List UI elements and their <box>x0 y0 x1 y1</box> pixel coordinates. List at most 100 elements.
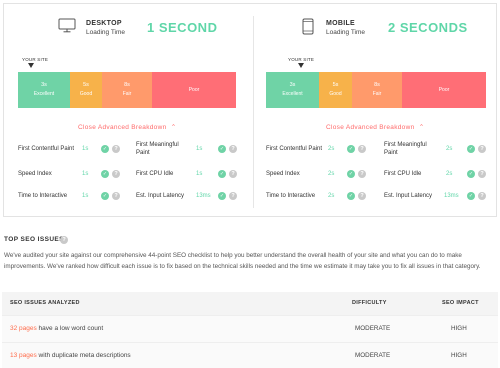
issue-pages-link[interactable]: 13 pages <box>10 352 37 359</box>
device-name: DESKTOP <box>86 20 122 27</box>
check-icon: ✓ <box>218 170 226 178</box>
help-icon[interactable]: ? <box>358 192 366 200</box>
scale-label: Poor <box>438 86 450 93</box>
impact-cell: HIGH <box>451 352 467 359</box>
check-icon: ✓ <box>347 170 355 178</box>
metric-value: 1s <box>82 171 89 177</box>
scale-good: 5s Good <box>319 72 352 108</box>
help-icon[interactable]: ? <box>229 192 237 200</box>
help-icon[interactable]: ? <box>478 145 486 153</box>
help-icon[interactable]: ? <box>478 192 486 200</box>
desktop-panel: DESKTOP Loading Time 1 SECOND YOUR SITE … <box>4 4 250 218</box>
check-icon: ✓ <box>101 192 109 200</box>
check-icon: ✓ <box>467 145 475 153</box>
column-header-impact: SEO IMPACT <box>442 300 479 306</box>
metric-value: 13ms <box>196 193 211 199</box>
your-site-label: YOUR SITE <box>288 57 315 62</box>
scale-poor: Poor <box>152 72 236 108</box>
mobile-icon <box>302 18 314 35</box>
scale-label: Fair <box>372 91 382 97</box>
check-icon: ✓ <box>467 170 475 178</box>
help-icon[interactable]: ? <box>112 170 120 178</box>
desktop-icon <box>58 18 76 33</box>
your-site-label: YOUR SITE <box>22 57 49 62</box>
table-row: 13 pages with duplicate meta description… <box>2 342 498 368</box>
help-icon[interactable]: ? <box>478 170 486 178</box>
device-subtitle: Loading Time <box>86 29 126 36</box>
scale-time: 8s <box>124 82 130 88</box>
scale-label: Good <box>79 91 93 97</box>
metric-value: 2s <box>328 171 335 177</box>
metric-value: 1s <box>196 171 203 177</box>
metric-value: 2s <box>328 193 335 199</box>
check-icon: ✓ <box>467 192 475 200</box>
help-icon[interactable]: ? <box>112 145 120 153</box>
metric-label: Est. Input Latency <box>384 193 433 199</box>
scale-time: 5s <box>332 82 339 88</box>
check-icon: ✓ <box>347 192 355 200</box>
metric-value: 1s <box>82 146 89 152</box>
help-icon[interactable]: ? <box>229 170 237 178</box>
difficulty-cell: MODERATE <box>355 325 391 332</box>
help-icon[interactable]: ? <box>60 236 68 244</box>
your-site-marker <box>28 63 34 68</box>
seo-issues-table: SEO ISSUES ANALYZED DIFFICULTY SEO IMPAC… <box>2 292 498 368</box>
metric-label: Speed Index <box>18 171 52 177</box>
mobile-panel: MOBILE Loading Time 2 SECONDS YOUR SITE … <box>252 4 498 218</box>
check-icon: ✓ <box>218 192 226 200</box>
scale-time: 8s <box>374 82 380 88</box>
scale-poor: Poor <box>402 72 486 108</box>
chevron-up-icon: ⌃ <box>168 124 177 131</box>
breakdown-label: Close Advanced Breakdown <box>326 124 415 131</box>
help-icon[interactable]: ? <box>358 145 366 153</box>
scale-fair: 8s Fair <box>102 72 152 108</box>
metric-value: 13ms <box>444 193 459 199</box>
metric-label: First CPU Idle <box>136 171 174 177</box>
seo-description: We've audited your site against our comp… <box>4 252 481 270</box>
difficulty-cell: MODERATE <box>355 352 391 359</box>
your-site-marker <box>298 63 304 68</box>
metric-label: First Contentful Paint <box>266 146 323 152</box>
metric-value: 2s <box>446 146 453 152</box>
metric-label: First Meaningful Paint <box>384 142 427 156</box>
scale-label: Excellent <box>33 91 55 97</box>
check-icon: ✓ <box>101 170 109 178</box>
metric-label: Speed Index <box>266 171 300 177</box>
metric-label: Time to Interactive <box>266 193 316 199</box>
column-header-issues: SEO ISSUES ANALYZED <box>10 300 80 306</box>
metric-label: First Contentful Paint <box>18 146 75 152</box>
scale-label: Excellent <box>282 91 303 97</box>
scale-time: 3s <box>41 82 47 88</box>
device-subtitle: Loading Time <box>326 29 366 36</box>
scale-excellent: 3s Excellent <box>266 72 319 108</box>
help-icon[interactable]: ? <box>112 192 120 200</box>
metric-value: 2s <box>328 146 335 152</box>
issue-cell: 13 pages with duplicate meta description… <box>10 352 131 359</box>
close-breakdown-link[interactable]: Close Advanced Breakdown ⌃ <box>326 123 424 131</box>
scale-time: 3s <box>289 82 296 88</box>
metric-label: Time to Interactive <box>18 193 68 199</box>
help-icon[interactable]: ? <box>229 145 237 153</box>
metric-value: 1s <box>196 146 203 152</box>
speed-scale: 3s Excellent 5s Good 8s Fair Poor <box>18 72 236 108</box>
chevron-up-icon: ⌃ <box>416 124 425 131</box>
close-breakdown-link[interactable]: Close Advanced Breakdown ⌃ <box>78 123 176 131</box>
issue-pages-link[interactable]: 32 pages <box>10 325 37 332</box>
table-row: 32 pages have a low word count MODERATE … <box>2 315 498 342</box>
check-icon: ✓ <box>218 145 226 153</box>
scale-label: Fair <box>122 91 132 97</box>
speed-scale: 3s Excellent 5s Good 8s Fair Poor <box>266 72 486 108</box>
help-icon[interactable]: ? <box>358 170 366 178</box>
metric-label: First Meaningful Paint <box>136 142 179 156</box>
metric-value: 2s <box>446 171 453 177</box>
scale-label: Good <box>329 91 342 97</box>
breakdown-label: Close Advanced Breakdown <box>78 124 167 131</box>
column-header-difficulty: DIFFICULTY <box>352 300 387 306</box>
loading-time-value: 1 SECOND <box>147 20 218 35</box>
issue-cell: 32 pages have a low word count <box>10 325 103 332</box>
loading-time-value: 2 SECONDS <box>388 20 468 35</box>
impact-cell: HIGH <box>451 325 467 332</box>
scale-label: Poor <box>188 86 200 93</box>
metric-label: Est. Input Latency <box>136 193 185 199</box>
scale-time: 5s <box>83 82 89 88</box>
